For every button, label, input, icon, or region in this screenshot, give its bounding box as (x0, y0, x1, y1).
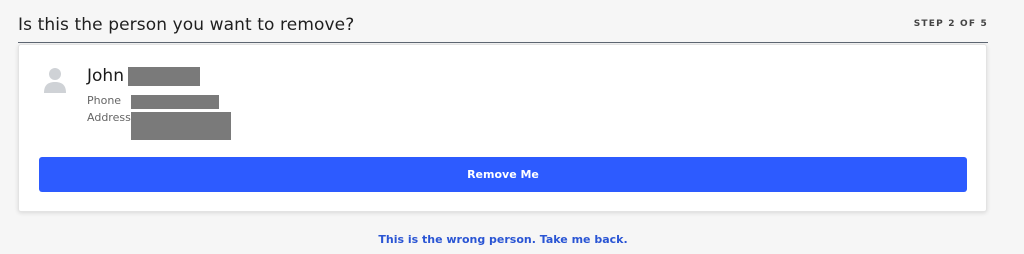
address-field: Address (87, 111, 231, 140)
person-card: John Phone Address Remove Me (18, 44, 987, 212)
person-first-name: John (87, 66, 124, 86)
person-name-row: John (87, 66, 200, 86)
user-silhouette-icon (44, 68, 66, 93)
page-header: Is this the person you want to remove? S… (18, 0, 988, 43)
step-indicator: STEP 2 OF 5 (913, 19, 988, 29)
page-title: Is this the person you want to remove? (18, 15, 355, 35)
wrong-person-back-link[interactable]: This is the wrong person. Take me back. (0, 233, 1006, 246)
redacted-last-name (127, 66, 200, 86)
redacted-address (131, 112, 231, 140)
phone-field: Phone (87, 94, 219, 109)
phone-label: Phone (87, 94, 122, 107)
address-label: Address (87, 111, 131, 124)
remove-me-button[interactable]: Remove Me (39, 157, 967, 192)
redacted-phone (131, 95, 219, 109)
